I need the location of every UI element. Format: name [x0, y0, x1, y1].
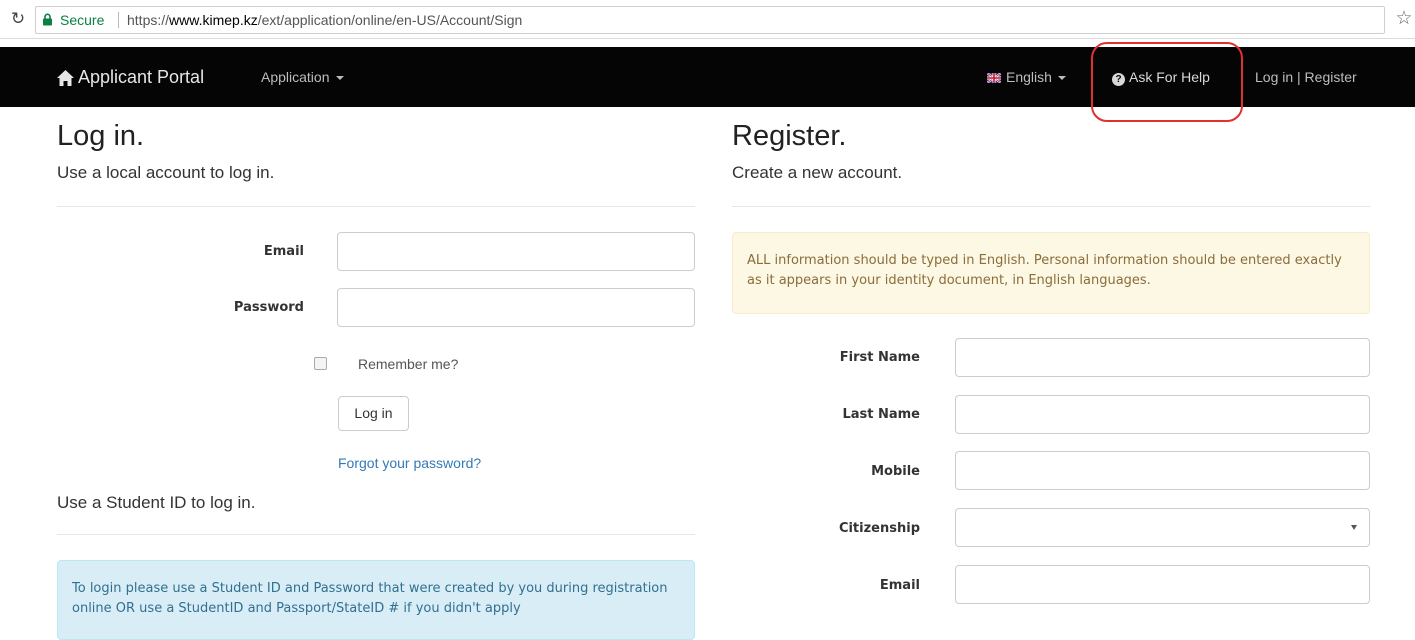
login-register-label: Log in | Register [1255, 69, 1357, 85]
forgot-password-link[interactable]: Forgot your password? [338, 455, 481, 471]
email-field[interactable] [337, 232, 695, 271]
mobile-label: Mobile [871, 464, 920, 479]
application-menu-label: Application [261, 69, 330, 85]
dropdown-arrow-icon [1351, 525, 1357, 530]
brand-label: Applicant Portal [78, 67, 205, 87]
student-id-info-text: To login please use a Student ID and Pas… [72, 581, 668, 616]
language-menu[interactable]: English [986, 47, 1066, 107]
reload-icon[interactable]: ↻ [8, 7, 28, 31]
last-name-field[interactable] [955, 395, 1370, 434]
url-bar[interactable]: Secure https://www.kimep.kz/ext/applicat… [35, 6, 1385, 34]
home-icon [57, 50, 74, 110]
register-email-field[interactable] [955, 565, 1370, 604]
english-notice-alert: ALL information should be typed in Engli… [732, 232, 1370, 314]
lock-icon [42, 7, 56, 33]
email-label: Email [263, 244, 304, 259]
login-subtitle: Use a local account to log in. [57, 163, 275, 182]
citizenship-label: Citizenship [838, 521, 920, 536]
login-button[interactable]: Log in [338, 396, 409, 431]
citizenship-select[interactable] [955, 508, 1370, 547]
remember-me-label[interactable]: Remember me? [358, 356, 458, 372]
application-menu[interactable]: Application [261, 47, 344, 107]
register-email-label: Email [879, 578, 920, 593]
brand-link[interactable]: Applicant Portal [57, 47, 204, 107]
language-label: English [1006, 69, 1052, 85]
url-path: /ext/application/online/en-US/Account/Si… [257, 12, 523, 28]
url-host: www.kimep.kz [169, 12, 258, 28]
url-text[interactable]: https://www.kimep.kz/ext/application/onl… [127, 7, 522, 33]
chevron-down-icon [1057, 76, 1066, 80]
uk-flag-icon [986, 48, 1002, 84]
divider [732, 206, 1370, 207]
mobile-field[interactable] [955, 451, 1370, 490]
last-name-label: Last Name [842, 407, 920, 422]
password-label: Password [233, 300, 304, 315]
register-title: Register. [732, 120, 847, 152]
divider [57, 534, 695, 535]
remember-me-checkbox[interactable] [314, 357, 327, 370]
help-highlight-annotation [1091, 42, 1243, 122]
password-field[interactable] [337, 288, 695, 327]
login-register-link[interactable]: Log in | Register [1255, 47, 1357, 107]
first-name-label: First Name [839, 350, 920, 365]
divider [57, 206, 695, 207]
first-name-field[interactable] [955, 338, 1370, 377]
student-id-heading: Use a Student ID to log in. [57, 493, 256, 512]
register-subtitle: Create a new account. [732, 163, 903, 182]
chevron-down-icon [335, 76, 344, 80]
student-id-info-alert: To login please use a Student ID and Pas… [57, 560, 695, 640]
star-icon[interactable]: ☆ [1393, 6, 1415, 32]
browser-address-bar: ↻ Secure https://www.kimep.kz/ext/applic… [0, 0, 1415, 39]
english-notice-text: ALL information should be typed in Engli… [747, 253, 1342, 288]
login-title: Log in. [57, 120, 145, 152]
omnibox-divider [118, 12, 119, 28]
secure-label: Secure [60, 12, 105, 28]
url-scheme: https:// [127, 12, 170, 28]
